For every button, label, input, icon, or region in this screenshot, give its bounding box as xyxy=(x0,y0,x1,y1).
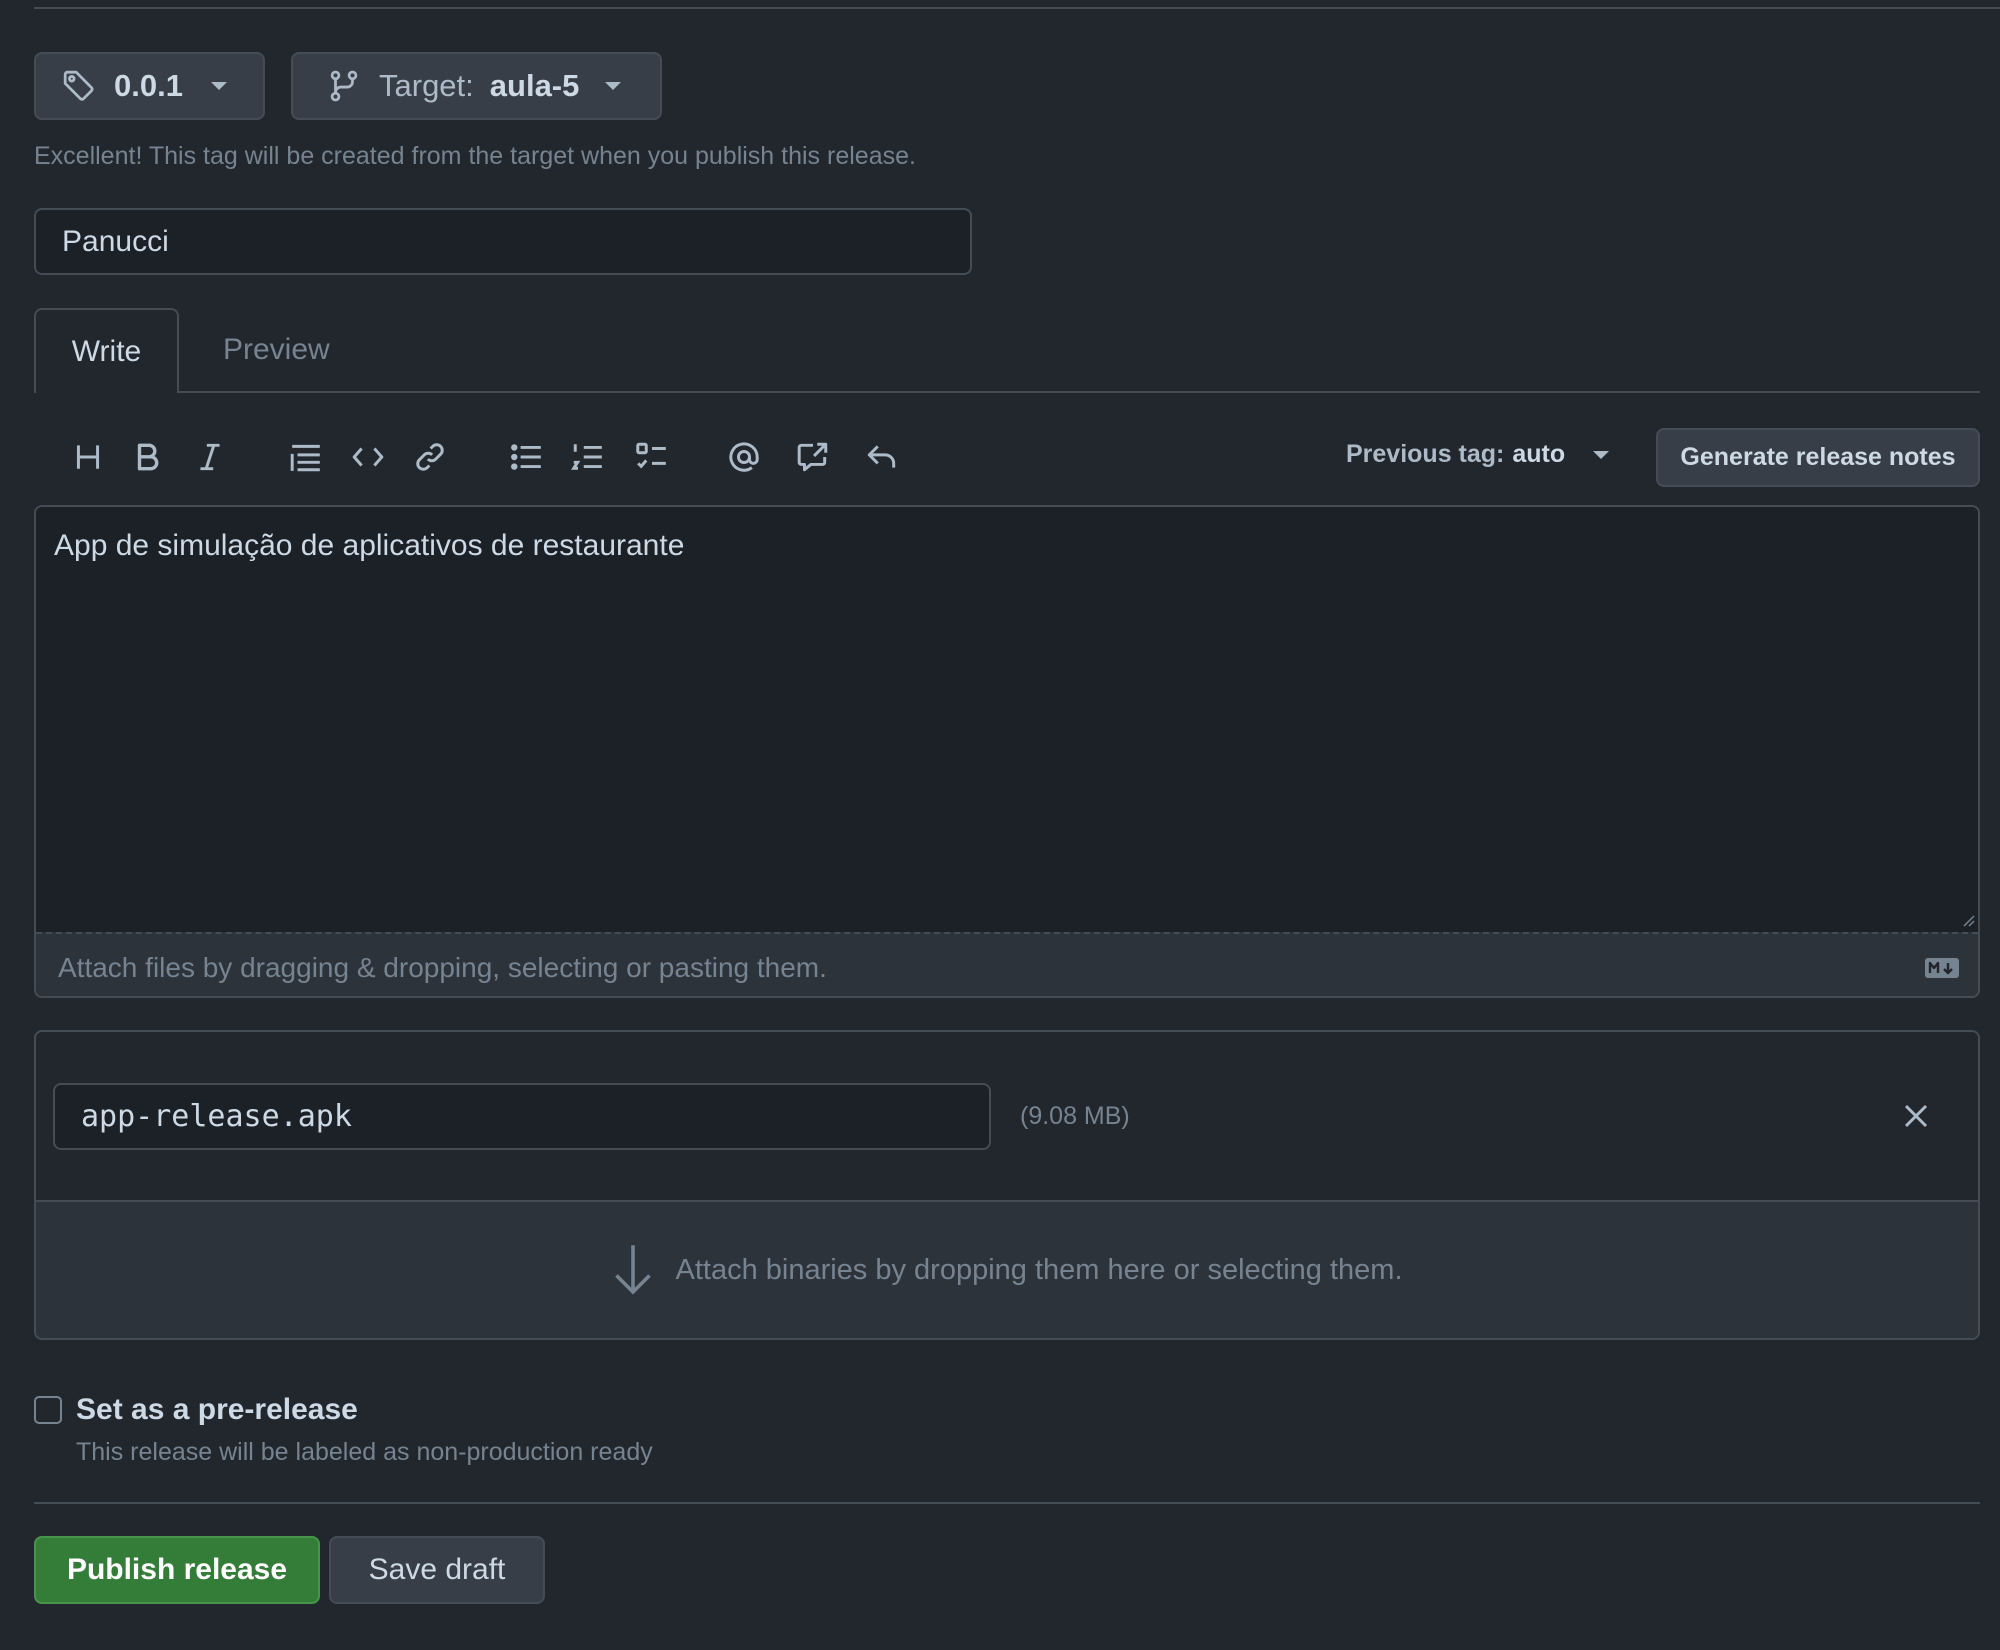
markdown-icon xyxy=(1925,958,1959,978)
top-divider xyxy=(34,7,2000,9)
target-value: aula-5 xyxy=(489,68,580,103)
save-draft-button[interactable]: Save draft xyxy=(329,1536,545,1604)
attach-files-hint: Attach files by dragging & dropping, sel… xyxy=(58,952,827,983)
asset-file-size: (9.08 MB) xyxy=(1020,1102,1130,1130)
binaries-drop-hint: Attach binaries by dropping them here or… xyxy=(675,1253,1403,1286)
tag-value: 0.0.1 xyxy=(114,68,183,103)
cross-reference-icon[interactable] xyxy=(793,437,833,477)
tab-preview[interactable]: Preview xyxy=(223,333,330,367)
previous-tag-value: auto xyxy=(1512,440,1566,468)
task-list-icon[interactable] xyxy=(632,437,672,477)
branch-icon xyxy=(329,69,359,103)
resize-handle-icon[interactable] xyxy=(1960,912,1976,928)
link-icon[interactable] xyxy=(410,437,450,477)
release-notes-editor: App de simulação de aplicativos de resta… xyxy=(34,505,1980,998)
heading-icon[interactable] xyxy=(68,437,108,477)
prerelease-checkbox[interactable] xyxy=(34,1396,62,1424)
bold-icon[interactable] xyxy=(128,437,168,477)
prerelease-description: This release will be labeled as non-prod… xyxy=(76,1438,653,1466)
target-branch-button[interactable]: Target: aula-5 xyxy=(291,52,662,120)
italic-icon[interactable] xyxy=(190,437,230,477)
tag-hint: Excellent! This tag will be created from… xyxy=(34,142,916,170)
ordered-list-icon[interactable] xyxy=(568,437,608,477)
publish-release-button[interactable]: Publish release xyxy=(34,1536,320,1604)
generate-release-notes-button[interactable]: Generate release notes xyxy=(1656,428,1980,487)
tabs-divider xyxy=(34,391,1980,393)
binaries-drop-zone[interactable]: Attach binaries by dropping them here or… xyxy=(36,1200,1978,1338)
code-icon[interactable] xyxy=(348,437,388,477)
attach-files-bar[interactable]: Attach files by dragging & dropping, sel… xyxy=(36,932,1978,996)
unordered-list-icon[interactable] xyxy=(507,437,547,477)
target-label: Target: xyxy=(379,68,474,103)
release-title-input[interactable]: Panucci xyxy=(34,208,972,275)
chevron-down-icon xyxy=(605,82,622,90)
release-notes-text: App de simulação de aplicativos de resta… xyxy=(54,529,685,562)
chevron-down-icon xyxy=(210,82,227,90)
reply-icon[interactable] xyxy=(862,437,902,477)
quote-icon[interactable] xyxy=(286,437,326,477)
previous-tag-label: Previous tag: xyxy=(1346,440,1505,468)
chevron-down-icon xyxy=(1593,450,1610,459)
release-notes-textarea[interactable]: App de simulação de aplicativos de resta… xyxy=(36,507,1978,932)
asset-filename-input[interactable]: app-release.apk xyxy=(53,1083,991,1150)
footer-divider xyxy=(34,1502,1980,1504)
close-icon[interactable] xyxy=(1900,1100,1932,1132)
mention-icon[interactable] xyxy=(724,437,764,477)
tag-select-button[interactable]: 0.0.1 xyxy=(34,52,265,120)
release-assets-box: app-release.apk (9.08 MB) Attach binarie… xyxy=(34,1030,1980,1340)
arrow-down-icon xyxy=(615,1245,652,1295)
prerelease-label[interactable]: Set as a pre-release xyxy=(76,1393,358,1427)
tab-write[interactable]: Write xyxy=(34,308,179,393)
tag-icon xyxy=(62,69,96,103)
previous-tag-select[interactable]: Previous tag: auto xyxy=(1346,440,1610,469)
